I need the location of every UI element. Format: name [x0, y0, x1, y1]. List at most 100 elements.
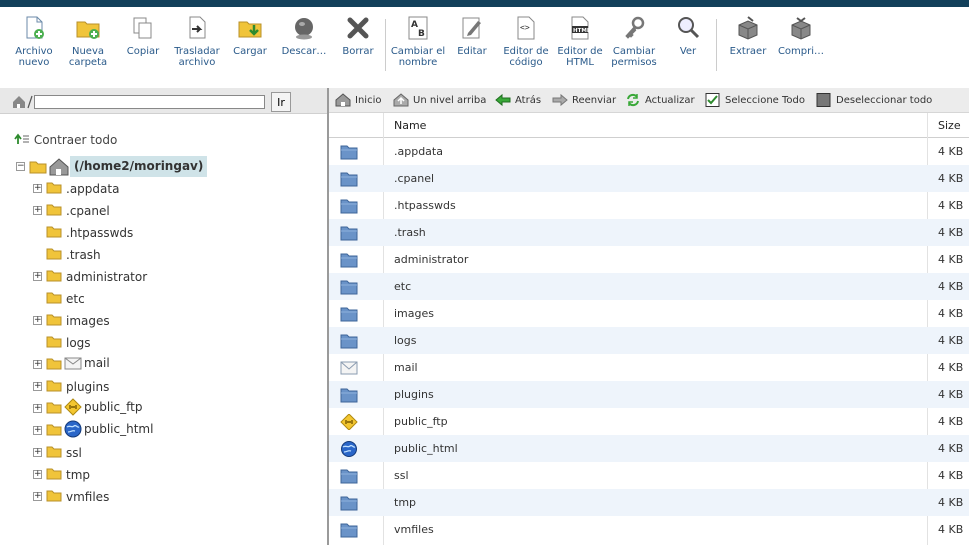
- folder-icon: [340, 172, 358, 187]
- back-arrow-icon: [495, 93, 511, 107]
- path-input[interactable]: [34, 95, 265, 109]
- file-row-mail[interactable]: mail 4 KB: [329, 354, 969, 381]
- change-permissions-button[interactable]: Cambiar permisos: [606, 15, 662, 68]
- file-row-public-html[interactable]: public_html 4 KB: [329, 435, 969, 462]
- folder-icon: [46, 424, 62, 436]
- tree-expand-toggle[interactable]: +: [33, 184, 42, 193]
- tree-node-label: .appdata: [66, 182, 120, 196]
- refresh-button[interactable]: Actualizar: [625, 93, 695, 109]
- compress-button[interactable]: Compri…: [773, 15, 829, 57]
- file-name: .cpanel: [394, 172, 435, 185]
- new-file-button[interactable]: Archivo nuevo: [6, 15, 62, 68]
- tree-node-label: administrator: [66, 270, 148, 284]
- file-size: 4 KB: [938, 442, 964, 455]
- home-icon: [49, 158, 69, 176]
- deselect-all-button[interactable]: Deseleccionar todo: [816, 93, 932, 109]
- tree-node-label: .cpanel: [66, 204, 110, 218]
- open-folder-icon: [29, 161, 47, 174]
- file-row-htpasswds[interactable]: .htpasswds 4 KB: [329, 192, 969, 219]
- size-column-header[interactable]: Size: [938, 113, 961, 138]
- upload-button[interactable]: Cargar: [222, 15, 278, 57]
- tree-expand-toggle[interactable]: +: [33, 206, 42, 215]
- tree-expand-toggle[interactable]: +: [33, 272, 42, 281]
- select-all-button[interactable]: Seleccione Todo: [705, 93, 805, 109]
- collapse-all-icon: [14, 133, 29, 144]
- file-row-cpanel[interactable]: .cpanel 4 KB: [329, 165, 969, 192]
- collapse-all-link[interactable]: Contraer todo: [14, 133, 117, 147]
- tree-expand-toggle[interactable]: +: [33, 426, 42, 435]
- tree-node-label: images: [66, 314, 110, 328]
- select-all-label: Seleccione Todo: [725, 95, 805, 106]
- file-row-administrator[interactable]: administrator 4 KB: [329, 246, 969, 273]
- move-button[interactable]: Trasladar archivo: [169, 15, 225, 68]
- navigation-bar: Inicio Un nivel arriba Atrás Reenviar Ac…: [329, 88, 969, 113]
- code-editor-icon: <>: [517, 16, 535, 40]
- file-row-vmfiles[interactable]: vmfiles 4 KB: [329, 516, 969, 543]
- code-editor-button[interactable]: <> Editor de código: [498, 15, 554, 68]
- folder-icon: [46, 182, 62, 194]
- tree-expand-toggle[interactable]: +: [33, 404, 42, 413]
- go-button[interactable]: Ir: [271, 92, 291, 112]
- rename-label: Cambiar el nombre: [390, 46, 446, 68]
- file-row-tmp[interactable]: tmp 4 KB: [329, 489, 969, 516]
- file-row-images[interactable]: images 4 KB: [329, 300, 969, 327]
- tree-expand-toggle[interactable]: +: [33, 382, 42, 391]
- change-permissions-label: Cambiar permisos: [611, 46, 657, 68]
- move-icon: [189, 16, 206, 39]
- html-editor-button[interactable]: HTML Editor de HTML: [552, 15, 608, 68]
- file-size: 4 KB: [938, 172, 964, 185]
- rename-button[interactable]: AB Cambiar el nombre: [390, 15, 446, 68]
- copy-button[interactable]: Copiar: [115, 15, 171, 57]
- file-size: 4 KB: [938, 199, 964, 212]
- move-label: Trasladar archivo: [174, 46, 220, 68]
- file-size: 4 KB: [938, 523, 964, 536]
- new-file-label: Archivo nuevo: [15, 46, 53, 68]
- folder-icon: [340, 334, 358, 349]
- delete-button[interactable]: Borrar: [330, 15, 386, 57]
- forward-button[interactable]: Reenviar: [552, 93, 616, 109]
- folder-icon: [340, 145, 358, 160]
- extract-icon: [738, 16, 758, 40]
- compress-label: Compri…: [777, 46, 825, 57]
- ftp-icon: [340, 414, 358, 430]
- home-nav-button[interactable]: Inicio: [335, 93, 381, 109]
- tree-expand-toggle[interactable]: +: [33, 316, 42, 325]
- file-row-appdata[interactable]: .appdata 4 KB: [329, 138, 969, 165]
- file-row-plugins[interactable]: plugins 4 KB: [329, 381, 969, 408]
- folder-icon: [340, 523, 358, 538]
- file-size: 4 KB: [938, 253, 964, 266]
- tree-node-label: etc: [66, 292, 85, 306]
- permissions-icon: [625, 16, 645, 39]
- view-button[interactable]: Ver: [660, 15, 716, 57]
- new-folder-button[interactable]: Nueva carpeta: [60, 15, 116, 68]
- file-row-public-ftp[interactable]: public_ftp 4 KB: [329, 408, 969, 435]
- tree-expand-toggle[interactable]: +: [33, 448, 42, 457]
- tree-root-toggle[interactable]: −: [16, 162, 25, 171]
- tree-expand-toggle[interactable]: +: [33, 360, 42, 369]
- file-row-etc[interactable]: etc 4 KB: [329, 273, 969, 300]
- up-level-button[interactable]: Un nivel arriba: [393, 93, 486, 109]
- file-row-ssl[interactable]: ssl 4 KB: [329, 462, 969, 489]
- tree-expand-toggle[interactable]: +: [33, 492, 42, 501]
- deselect-all-label: Deseleccionar todo: [836, 95, 933, 106]
- file-name: public_ftp: [394, 415, 448, 428]
- edit-button[interactable]: Editar: [444, 15, 500, 57]
- edit-label: Editar: [457, 46, 487, 57]
- file-row-trash[interactable]: .trash 4 KB: [329, 219, 969, 246]
- path-bar: Ir: [0, 88, 327, 114]
- back-button[interactable]: Atrás: [495, 93, 541, 109]
- folder-icon: [340, 253, 358, 268]
- upload-icon: [238, 21, 262, 38]
- folder-icon: [46, 270, 62, 282]
- file-row-logs[interactable]: logs 4 KB: [329, 327, 969, 354]
- top-header-bar: [0, 0, 969, 7]
- upload-label: Cargar: [233, 46, 267, 57]
- folder-icon: [46, 490, 62, 502]
- name-column-header[interactable]: Name: [394, 113, 426, 138]
- tree-expand-toggle[interactable]: +: [33, 470, 42, 479]
- extract-button[interactable]: Extraer: [720, 15, 776, 57]
- folder-icon: [46, 314, 62, 326]
- folder-icon: [46, 292, 62, 304]
- tree-node-label: public_ftp: [84, 400, 143, 414]
- download-button[interactable]: Descar…: [276, 15, 332, 57]
